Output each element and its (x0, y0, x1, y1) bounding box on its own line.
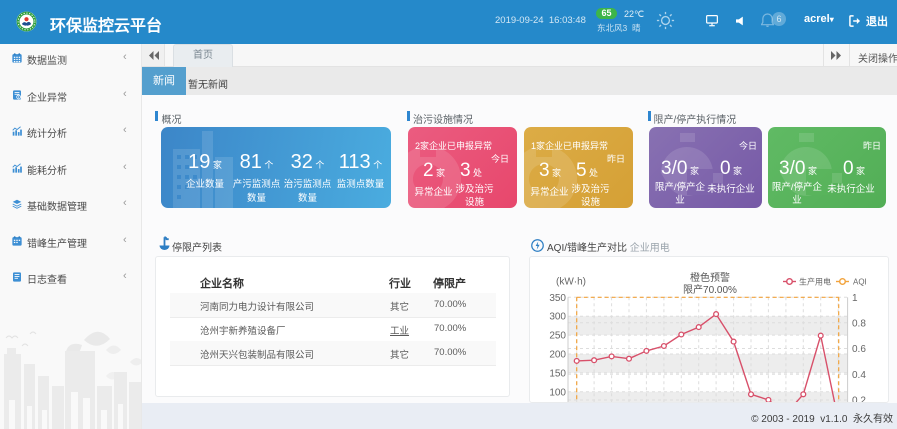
svg-text:0.8: 0.8 (852, 318, 866, 329)
svg-text:300: 300 (549, 312, 566, 323)
svg-text:AQI: AQI (853, 278, 867, 287)
svg-text:0.4: 0.4 (852, 370, 866, 381)
svg-text:0.2: 0.2 (852, 396, 866, 403)
svg-text:250: 250 (549, 331, 566, 342)
svg-text:100: 100 (549, 387, 566, 398)
svg-text:150: 150 (549, 368, 566, 379)
svg-text:1: 1 (852, 293, 858, 304)
svg-text:(kW·h): (kW·h) (556, 277, 586, 288)
svg-text:0.6: 0.6 (852, 344, 866, 355)
svg-text:橙色预警: 橙色预警 (690, 271, 730, 284)
svg-text:限产70.00%: 限产70.00% (683, 283, 737, 296)
svg-text:生产用电: 生产用电 (799, 277, 831, 287)
svg-text:350: 350 (549, 293, 566, 304)
svg-text:200: 200 (549, 350, 566, 361)
